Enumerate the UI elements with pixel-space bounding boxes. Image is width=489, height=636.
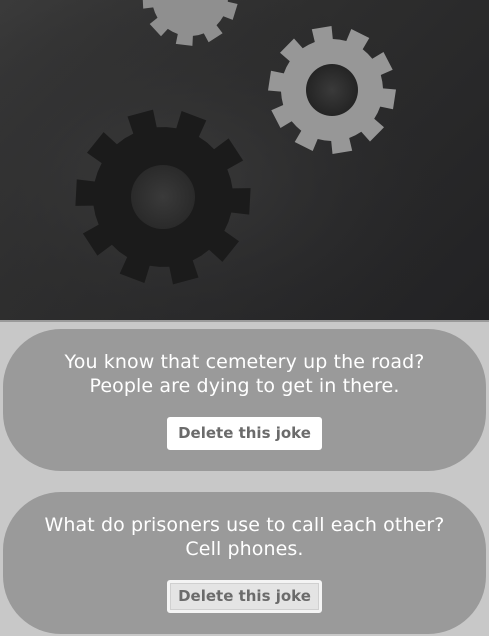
joke-text: What do prisoners use to call each other…: [3, 513, 486, 561]
joke-punchline: Cell phones.: [185, 538, 304, 560]
joke-text: You know that cemetery up the road? Peop…: [3, 350, 486, 398]
gears-illustration: [0, 0, 489, 320]
joke-punchline: People are dying to get in there.: [89, 375, 400, 397]
hero-banner: [0, 0, 489, 320]
joke-card: What do prisoners use to call each other…: [3, 492, 486, 634]
delete-joke-button[interactable]: Delete this joke: [167, 417, 322, 450]
hero-divider: [0, 320, 489, 322]
delete-joke-button[interactable]: Delete this joke: [167, 580, 322, 613]
joke-setup: What do prisoners use to call each other…: [44, 514, 445, 536]
joke-card: You know that cemetery up the road? Peop…: [3, 329, 486, 471]
joke-setup: You know that cemetery up the road?: [64, 351, 425, 373]
